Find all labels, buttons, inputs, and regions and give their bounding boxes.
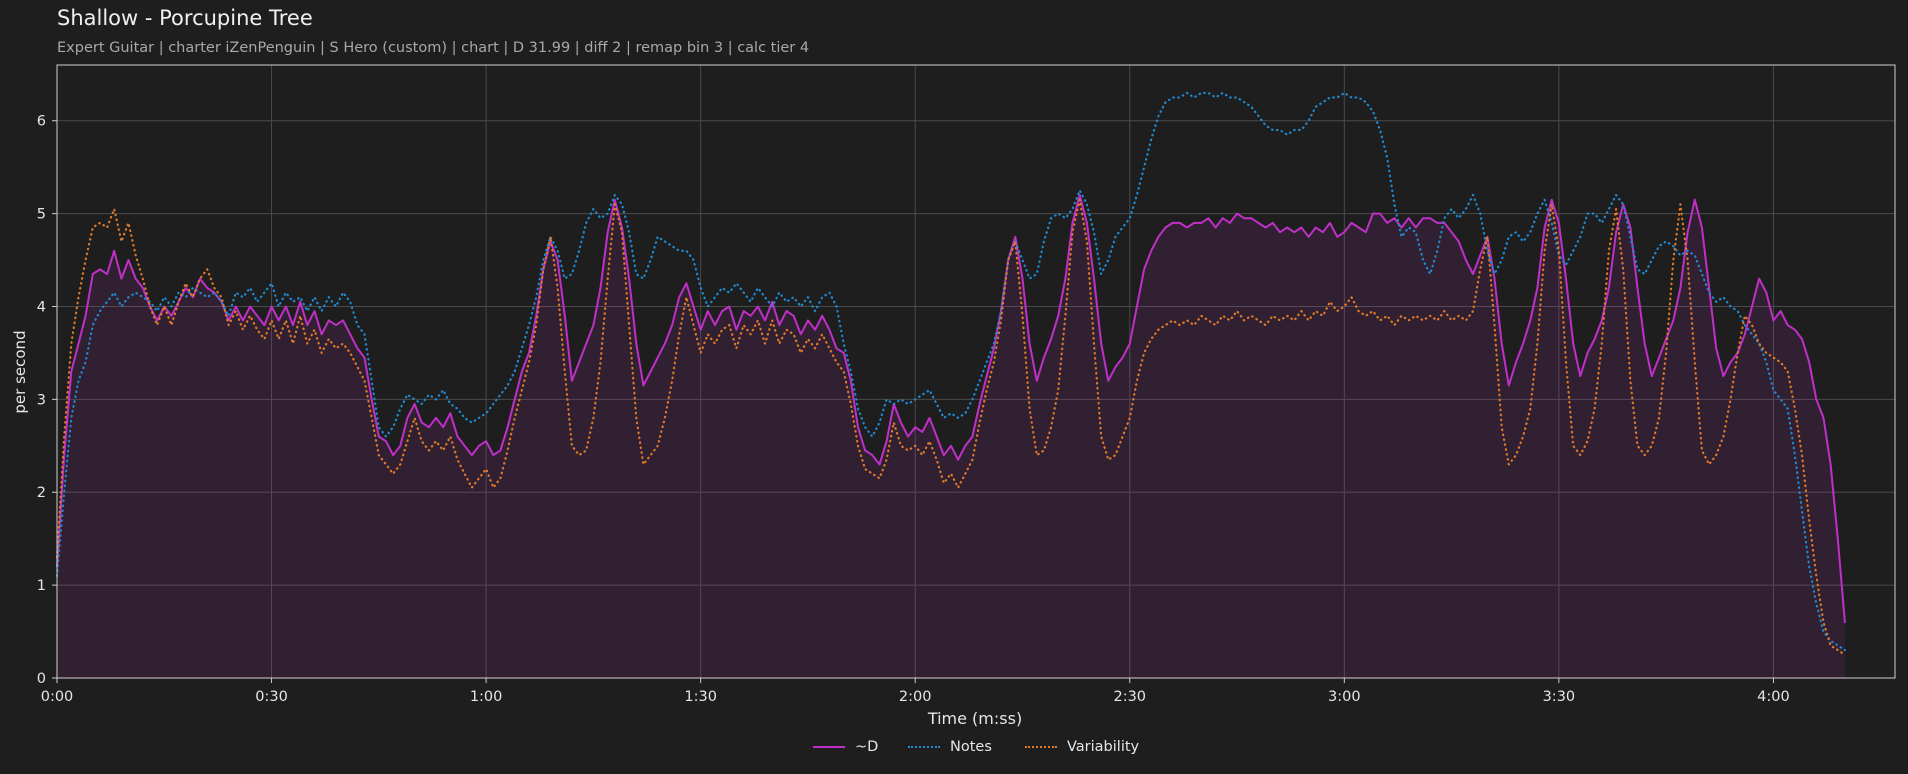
legend-item-notes: Notes: [908, 736, 992, 758]
chart-legend: ~D Notes Variability: [0, 736, 1908, 758]
y-axis-label: per second: [11, 330, 29, 413]
y-tick-label: 2: [37, 485, 46, 501]
x-tick-label: 3:30: [1543, 689, 1576, 705]
legend-label-variability: Variability: [1067, 739, 1140, 755]
legend-swatch-d: [813, 746, 845, 748]
x-tick-label: 0:30: [255, 689, 288, 705]
legend-swatch-notes: [908, 746, 940, 748]
legend-label-notes: Notes: [950, 739, 992, 755]
x-tick-label: 2:30: [1113, 689, 1146, 705]
legend-swatch-variability: [1025, 746, 1057, 748]
x-tick-label: 1:00: [470, 689, 503, 705]
legend-item-variability: Variability: [1025, 736, 1139, 758]
y-tick-label: 1: [37, 578, 46, 594]
y-tick-label: 3: [37, 392, 46, 408]
fill-layer: [57, 195, 1845, 678]
y-tick-label: 4: [37, 299, 46, 315]
x-tick-label: 2:00: [899, 689, 932, 705]
chart-canvas: 0:00 0:30 1:00 1:30 2:00 2:30 3:00 3:30 4:00 0 1 2 3…: [11, 64, 1896, 728]
x-tick-label: 4:00: [1757, 689, 1790, 705]
legend-item-d: ~D: [813, 736, 878, 758]
x-tick-label: 1:30: [684, 689, 717, 705]
y-tick-label: 6: [37, 114, 46, 130]
x-tick-label: 0:00: [41, 689, 74, 705]
x-tick-label: 3:00: [1328, 689, 1361, 705]
series-area-d: [57, 195, 1845, 678]
x-axis-label: Time (m:ss): [927, 709, 1022, 728]
y-tick-label: 0: [37, 671, 46, 687]
legend-label-d: ~D: [855, 739, 879, 755]
y-tick-label: 5: [37, 207, 46, 223]
